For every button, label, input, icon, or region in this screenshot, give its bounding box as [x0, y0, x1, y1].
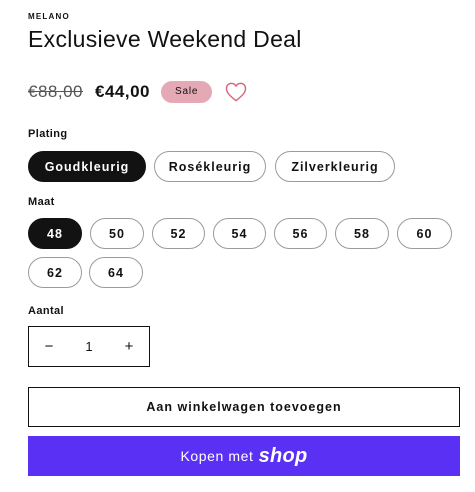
quantity-label: Aantal	[28, 305, 65, 317]
shop-pay-button[interactable]: Kopen met shop	[28, 436, 460, 476]
plating-option-goudkleurig[interactable]: Goudkleurig	[28, 151, 146, 182]
regular-price: €88,00	[28, 82, 83, 101]
size-option-62[interactable]: 62	[28, 257, 82, 288]
sale-badge: Sale	[161, 81, 213, 103]
quantity-input[interactable]: 1	[69, 339, 109, 354]
size-option-54[interactable]: 54	[213, 218, 266, 249]
heart-outline-icon[interactable]	[225, 82, 247, 102]
size-option-58[interactable]: 58	[335, 218, 389, 249]
size-label: Maat	[28, 196, 55, 208]
plating-option-zilverkleurig[interactable]: Zilverkleurig	[275, 151, 395, 182]
sale-price: €44,00	[95, 82, 150, 101]
size-option-52[interactable]: 52	[152, 218, 205, 249]
product-title: Exclusieve Weekend Deal	[28, 26, 302, 52]
decrease-quantity-button[interactable]: −	[29, 327, 69, 366]
plating-option-rosekleurig[interactable]: Rosékleurig	[154, 151, 266, 182]
size-option-48[interactable]: 48	[28, 218, 82, 249]
size-option-50[interactable]: 50	[90, 218, 144, 249]
size-option-64[interactable]: 64	[89, 257, 143, 288]
size-option-60[interactable]: 60	[397, 218, 452, 249]
shop-logo: shop	[258, 444, 308, 467]
product-vendor: MELANO	[28, 12, 70, 21]
shop-pay-label: Kopen met	[180, 448, 254, 464]
size-option-56[interactable]: 56	[274, 218, 327, 249]
add-to-cart-button[interactable]: Aan winkelwagen toevoegen	[28, 387, 460, 427]
price-row: €88,00 €44,00 Sale	[28, 79, 247, 105]
plating-label: Plating	[28, 128, 68, 140]
quantity-stepper: − 1 +	[28, 326, 150, 367]
increase-quantity-button[interactable]: +	[109, 327, 149, 366]
